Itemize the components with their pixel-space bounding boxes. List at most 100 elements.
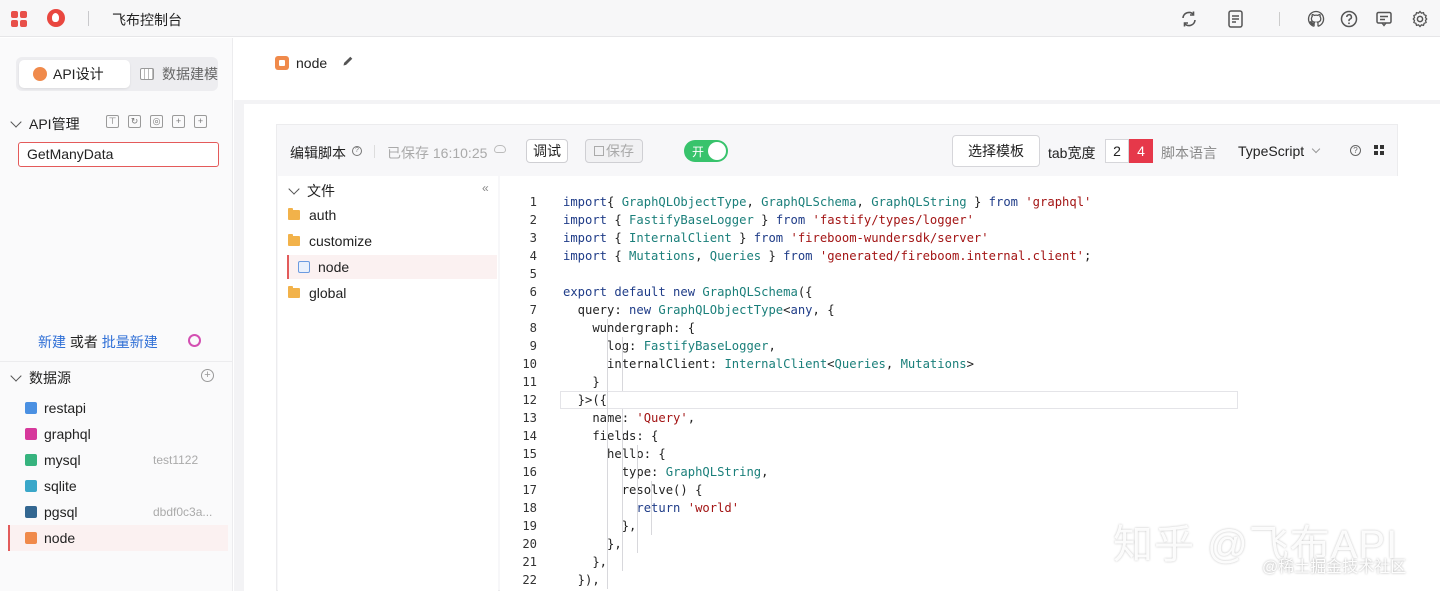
file-tree-root-label: 文件 — [307, 183, 335, 199]
line-number: 15 — [522, 447, 537, 461]
code-text: fields: { — [563, 429, 659, 443]
fullscreen-icon[interactable] — [1374, 145, 1384, 155]
datasource-item-restapi[interactable]: restapi — [8, 395, 228, 421]
datasource-item-mysql[interactable]: mysql test1122 — [8, 447, 228, 473]
rest-api-icon — [25, 402, 37, 414]
tree-item-auth[interactable]: auth — [288, 203, 488, 227]
tree-item-customize[interactable]: customize — [288, 229, 488, 253]
tab-width-label: tab宽度 — [1048, 145, 1096, 161]
target-icon[interactable]: ◎ — [150, 115, 163, 128]
code-line[interactable]: 14 fields: { — [500, 427, 1398, 445]
code-line[interactable]: 6 export default new GraphQLSchema({ — [500, 283, 1398, 301]
edit-script-label: 编辑脚本 — [290, 145, 346, 161]
tree-item-node[interactable]: node — [287, 255, 497, 279]
top-bar: 飞布控制台 — [0, 0, 1440, 37]
graphql-settings-icon[interactable] — [188, 334, 201, 347]
datasource-item-graphql[interactable]: graphql — [8, 421, 228, 447]
folder-icon — [288, 286, 300, 298]
datasource-header[interactable]: 数据源 — [10, 368, 71, 388]
choose-template-button[interactable]: 选择模板 — [952, 135, 1040, 167]
code-line[interactable]: 3 import { InternalClient } from 'fireboo… — [500, 229, 1398, 247]
help-icon[interactable]: ? — [1350, 145, 1361, 156]
code-text: } — [563, 375, 600, 389]
refresh-icon[interactable]: ↻ — [128, 115, 141, 128]
code-line[interactable]: 4 import { Mutations, Queries } from 'gen… — [500, 247, 1398, 265]
new-api-link[interactable]: 新建 — [38, 334, 66, 350]
chevron-down-icon — [10, 370, 22, 382]
line-number: 11 — [522, 375, 537, 389]
apps-grid-icon[interactable] — [11, 11, 27, 27]
tab-width-4-button[interactable]: 4 — [1129, 139, 1153, 163]
edit-pencil-icon[interactable] — [342, 55, 354, 67]
divider — [1279, 12, 1280, 26]
settings-icon[interactable] — [1410, 9, 1430, 29]
line-number: 12 — [522, 393, 537, 407]
help-icon[interactable]: ? — [352, 146, 362, 156]
code-line[interactable]: 17 resolve() { — [500, 481, 1398, 499]
tree-item-global[interactable]: global — [288, 281, 488, 305]
datasource-item-sqlite[interactable]: sqlite — [8, 473, 228, 499]
logo-icon — [47, 9, 65, 27]
chevron-down-icon — [1311, 144, 1321, 154]
code-text: resolve() { — [563, 483, 703, 497]
api-search-input[interactable]: GetManyData — [18, 142, 219, 167]
github-icon[interactable] — [1306, 9, 1326, 29]
add-folder-icon[interactable]: + — [172, 115, 185, 128]
code-text: internalClient: InternalClient<Queries, … — [563, 357, 974, 371]
code-line[interactable]: 13 name: 'Query', — [500, 409, 1398, 427]
code-line[interactable]: 16 type: GraphQLString, — [500, 463, 1398, 481]
file-tree-root[interactable]: 文件 — [288, 181, 335, 201]
code-line[interactable]: 2 import { FastifyBaseLogger } from 'fast… — [500, 211, 1398, 229]
save-button[interactable]: 保存 — [585, 139, 643, 163]
indent-guide — [621, 409, 623, 571]
code-line[interactable]: 8 wundergraph: { — [500, 319, 1398, 337]
code-text: log: FastifyBaseLogger, — [563, 339, 776, 353]
tree-item-label: auth — [309, 207, 337, 223]
code-line[interactable]: 1 import{ GraphQLObjectType, GraphQLSchem… — [500, 193, 1398, 211]
tree-item-label: global — [309, 285, 347, 301]
add-file-icon[interactable]: + — [194, 115, 207, 128]
saved-status: 已保存 16:10:25 — [387, 145, 488, 161]
batch-new-link[interactable]: 批量新建 — [102, 334, 158, 350]
line-number: 18 — [522, 501, 537, 515]
collapse-panel-icon[interactable]: « — [482, 181, 489, 195]
code-text: import{ GraphQLObjectType, GraphQLSchema… — [563, 195, 1092, 209]
code-text: type: GraphQLString, — [563, 465, 769, 479]
tab-width-2-button[interactable]: 2 — [1105, 139, 1129, 163]
refresh-icon[interactable] — [1179, 9, 1199, 29]
or-text: 或者 — [66, 334, 102, 350]
message-icon[interactable] — [1374, 9, 1394, 29]
line-number: 3 — [529, 231, 537, 245]
add-datasource-icon[interactable]: + — [201, 369, 214, 382]
tree-item-label: customize — [309, 233, 373, 249]
code-line[interactable]: 15 hello: { — [500, 445, 1398, 463]
debug-button[interactable]: 调试 — [526, 139, 568, 163]
sqlite-icon — [25, 480, 37, 492]
document-icon[interactable] — [1226, 9, 1246, 29]
folder-icon — [288, 234, 300, 246]
tab-api-design[interactable]: API设计 — [19, 60, 130, 88]
code-line[interactable]: 11 } — [500, 373, 1398, 391]
data-model-icon — [140, 68, 154, 80]
code-text: import { Mutations, Queries } from 'gene… — [563, 249, 1092, 263]
datasource-item-pgsql[interactable]: pgsql dbdf0c3a... — [8, 499, 228, 525]
code-line[interactable]: 7 query: new GraphQLObjectType<any, { — [500, 301, 1398, 319]
enable-toggle[interactable]: 开 — [684, 140, 728, 162]
code-line[interactable]: 5 — [500, 265, 1398, 283]
script-language-select[interactable]: TypeScript — [1230, 139, 1330, 163]
tab-data-modeling[interactable]: 数据建模 — [134, 60, 218, 88]
api-management-header[interactable]: API管理 — [10, 114, 80, 134]
code-text: }, — [563, 519, 637, 533]
datasource-item-node[interactable]: node — [8, 525, 228, 551]
divider — [374, 145, 375, 158]
datasource-meta: dbdf0c3a... — [153, 505, 213, 519]
current-line-highlight — [560, 391, 1238, 409]
code-line[interactable]: 9 log: FastifyBaseLogger, — [500, 337, 1398, 355]
api-management-label: API管理 — [29, 116, 80, 132]
filter-icon[interactable]: ⊤ — [106, 115, 119, 128]
code-line[interactable]: 10 internalClient: InternalClient<Querie… — [500, 355, 1398, 373]
tab-api-design-label: API设计 — [53, 66, 104, 82]
code-line[interactable]: 12 }>({ — [500, 391, 1398, 409]
help-icon[interactable] — [1339, 9, 1359, 29]
file-tab-node[interactable]: node — [275, 55, 327, 71]
